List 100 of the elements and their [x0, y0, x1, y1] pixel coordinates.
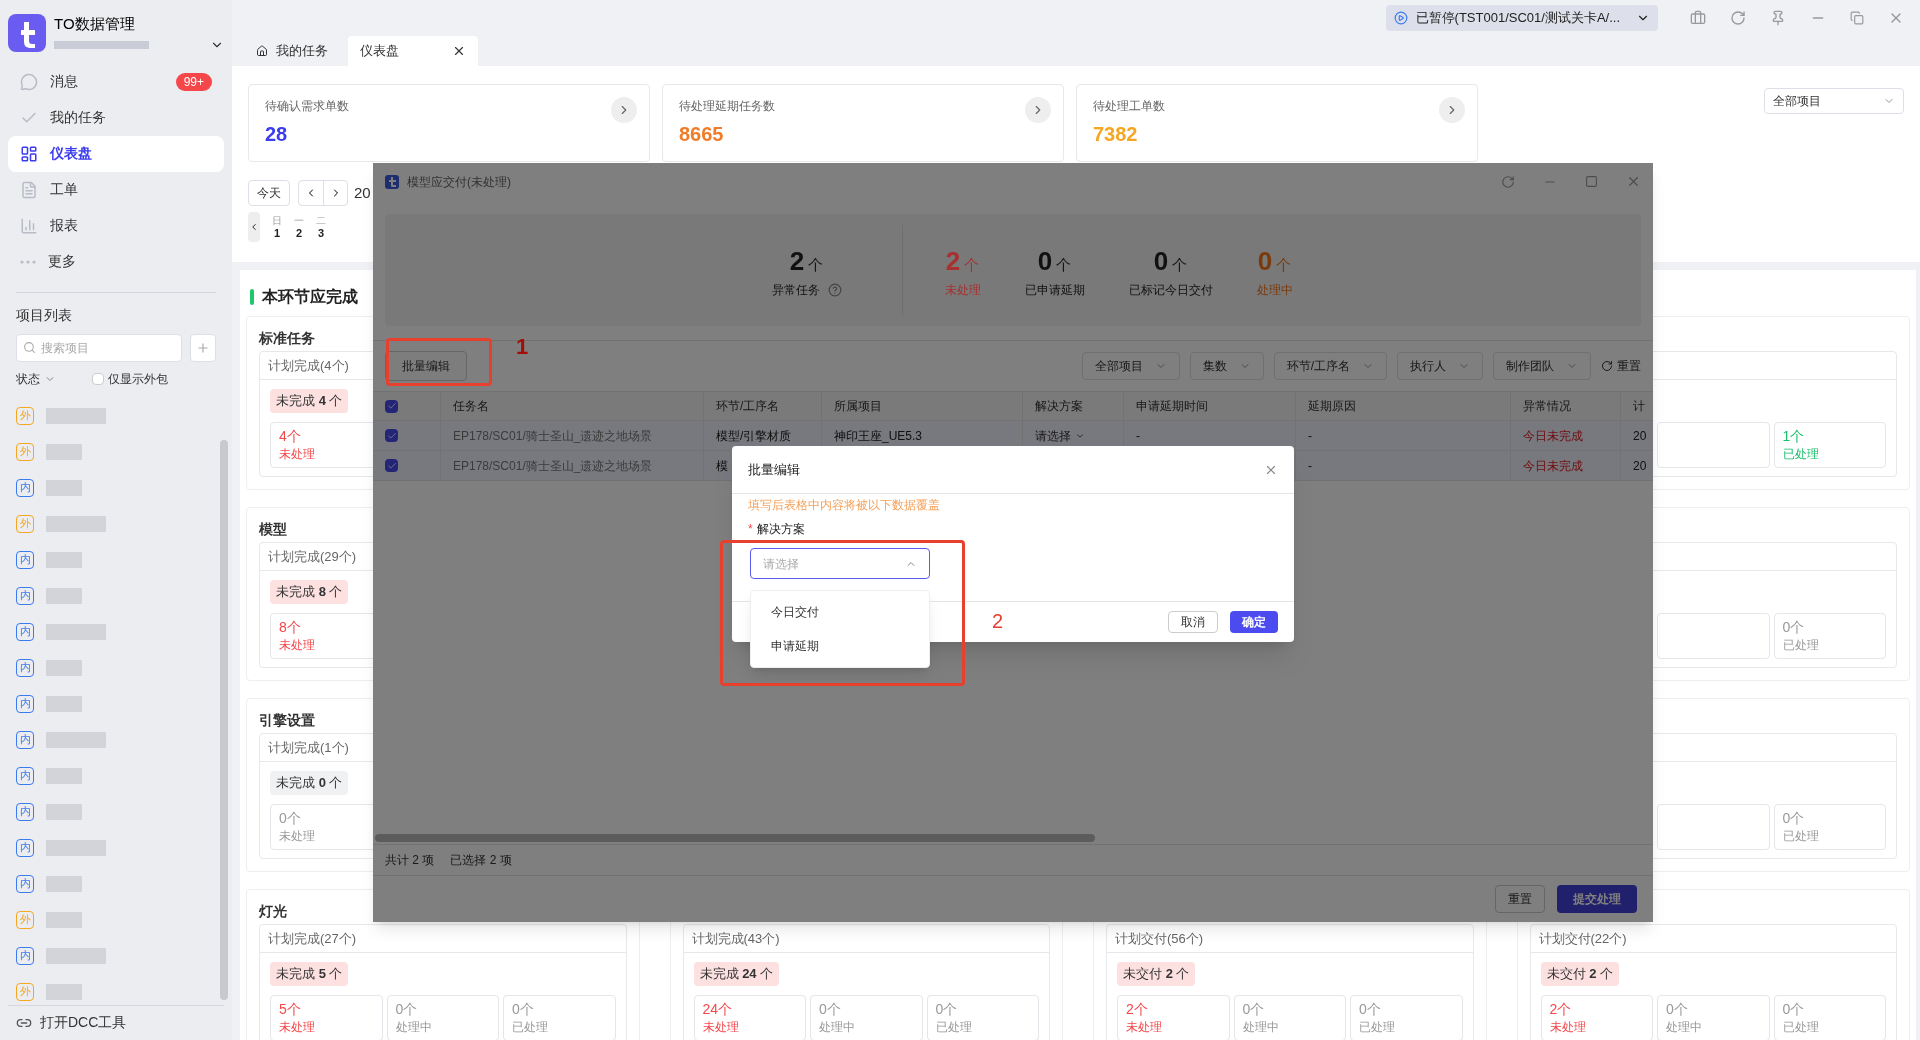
- status-label: 未处理: [1126, 1019, 1162, 1036]
- column-header: 环节/工序名: [716, 398, 780, 415]
- stat-value: 28: [265, 122, 288, 147]
- project-tag[interactable]: 内: [16, 478, 34, 497]
- maximize-icon[interactable]: [1585, 175, 1598, 188]
- project-tag[interactable]: 内: [16, 586, 34, 605]
- project-tag[interactable]: 内: [16, 766, 34, 785]
- nav-item[interactable]: 更多: [8, 243, 224, 280]
- arrow-button[interactable]: [1025, 97, 1051, 123]
- nav-label: 报表: [50, 216, 79, 236]
- project-tag[interactable]: 内: [16, 946, 34, 965]
- batch-edit-button[interactable]: 批量编辑: [385, 351, 467, 381]
- column-header: 延期原因: [1308, 398, 1356, 415]
- reset-link[interactable]: 重置: [1617, 357, 1641, 375]
- solution-select[interactable]: 请选择: [750, 548, 930, 579]
- filter-dropdown[interactable]: 集数: [1189, 352, 1264, 380]
- help-icon[interactable]: [827, 282, 842, 297]
- scroll-left-button[interactable]: [248, 212, 260, 242]
- status-box[interactable]: 0个 已处理: [926, 995, 1039, 1040]
- select-all-checkbox[interactable]: [385, 399, 398, 413]
- status-box[interactable]: 2个 未处理: [1540, 995, 1653, 1040]
- scrollbar[interactable]: [220, 440, 228, 1000]
- status-box[interactable]: 0个 处理中: [386, 995, 499, 1040]
- status-label: 已处理: [935, 1019, 972, 1036]
- dcc-tool-link[interactable]: 打开DCC工具: [40, 1012, 127, 1034]
- table-cell-text: 今日未完成: [1523, 427, 1583, 445]
- stat-label: 未处理: [944, 281, 981, 299]
- nav-item[interactable]: 报表: [8, 207, 224, 244]
- row-checkbox[interactable]: [385, 429, 398, 442]
- today-button[interactable]: 今天: [248, 180, 290, 206]
- project-tag[interactable]: 内: [16, 838, 34, 857]
- refresh-icon[interactable]: [1501, 174, 1515, 189]
- incomplete-badge: 未交付 2 个: [1117, 962, 1196, 986]
- stat-card[interactable]: 待处理延期任务数 8665: [662, 84, 1064, 162]
- project-tag[interactable]: 内: [16, 730, 34, 749]
- status-box[interactable]: [1657, 422, 1770, 468]
- reset-button[interactable]: 重置: [1495, 885, 1545, 913]
- project-filter[interactable]: 全部项目: [1764, 88, 1904, 114]
- project-tag[interactable]: 内: [16, 694, 34, 713]
- task-status-dropdown[interactable]: 已暂停(TST001/SC01/测试关卡A/...: [1385, 5, 1658, 31]
- nav-item[interactable]: 工单: [8, 171, 224, 208]
- project-tag[interactable]: 内: [16, 658, 34, 677]
- status-box[interactable]: [1657, 804, 1770, 850]
- refresh-icon[interactable]: [1730, 10, 1746, 26]
- plan-label: 计划完成(29个): [268, 549, 357, 564]
- stat-card[interactable]: 待处理工单数 7382: [1076, 84, 1478, 162]
- table-row[interactable]: EP178/SC01/骑士圣山_遗迹之地场景 模型/引擎材质 神印王座_UE5.3 请选择 - - 今日未完成 20: [373, 421, 1653, 451]
- project-tag[interactable]: 内: [16, 550, 34, 569]
- cancel-button[interactable]: 取消: [1168, 611, 1218, 633]
- arrow-button[interactable]: [611, 97, 637, 123]
- stat-value: 2: [789, 244, 805, 278]
- project-tag[interactable]: 内: [16, 874, 34, 893]
- day-number[interactable]: 1: [273, 227, 281, 239]
- tab[interactable]: 我的任务: [244, 36, 340, 66]
- day-number[interactable]: 2: [295, 227, 303, 239]
- filter-dropdown[interactable]: 环节/工序名: [1273, 352, 1387, 380]
- search-field[interactable]: 搜索项目: [16, 333, 182, 362]
- briefcase-icon[interactable]: [1690, 10, 1706, 26]
- day-number[interactable]: 3: [317, 227, 325, 239]
- status-box[interactable]: 0个 已处理: [1350, 995, 1463, 1040]
- refresh-icon[interactable]: [1601, 360, 1613, 372]
- status-count: 24个: [702, 1000, 733, 1018]
- blurred-text: [46, 407, 106, 424]
- submit-button[interactable]: 提交处理: [1557, 885, 1637, 913]
- dropdown-option[interactable]: 今日交付: [751, 595, 929, 629]
- status-box[interactable]: 0个 处理中: [1657, 995, 1770, 1040]
- filter-dropdown[interactable]: 全部项目: [1081, 352, 1180, 380]
- nav-item[interactable]: 消息 99+: [8, 63, 224, 100]
- dropdown-option[interactable]: 申请延期: [751, 629, 929, 663]
- project-tag[interactable]: 内: [16, 622, 34, 641]
- status-box[interactable]: 5个 未处理: [270, 995, 383, 1040]
- status-box[interactable]: 24个 未处理: [693, 995, 806, 1040]
- stat-card[interactable]: 待确认需求单数 28: [248, 84, 650, 162]
- status-box[interactable]: 0个 处理中: [1233, 995, 1346, 1040]
- arrow-button[interactable]: [1439, 97, 1465, 123]
- status-box[interactable]: 0个 已处理: [1773, 804, 1886, 850]
- restore-icon[interactable]: [1850, 11, 1864, 25]
- filter-dropdown[interactable]: 执行人: [1397, 352, 1483, 380]
- close-icon[interactable]: [452, 44, 466, 58]
- status-box[interactable]: 0个 已处理: [1773, 613, 1886, 659]
- nav-item[interactable]: 我的任务: [8, 99, 224, 136]
- status-box[interactable]: 0个 已处理: [503, 995, 616, 1040]
- status-box[interactable]: [1657, 613, 1770, 659]
- status-box[interactable]: 2个 未处理: [1117, 995, 1230, 1040]
- solution-select[interactable]: 请选择: [1035, 426, 1085, 445]
- tab[interactable]: 仪表盘: [348, 36, 478, 66]
- status-box[interactable]: 0个 已处理: [1773, 995, 1886, 1040]
- add-button[interactable]: [190, 333, 216, 362]
- confirm-button[interactable]: 确定: [1230, 611, 1278, 633]
- status-box[interactable]: 1个 已处理: [1773, 422, 1886, 468]
- nav-item[interactable]: 仪表盘: [8, 135, 224, 172]
- incomplete-badge: 未交付 2 个: [1540, 962, 1619, 986]
- status-box[interactable]: 0个 处理中: [810, 995, 923, 1040]
- filter-dropdown[interactable]: 制作团队: [1493, 352, 1591, 380]
- status-filter[interactable]: 状态: [16, 369, 40, 388]
- project-tag[interactable]: 内: [16, 802, 34, 821]
- scrollbar[interactable]: [375, 834, 1095, 842]
- pin-icon[interactable]: [1770, 10, 1786, 26]
- checkbox[interactable]: [92, 372, 104, 385]
- row-checkbox[interactable]: [385, 459, 398, 472]
